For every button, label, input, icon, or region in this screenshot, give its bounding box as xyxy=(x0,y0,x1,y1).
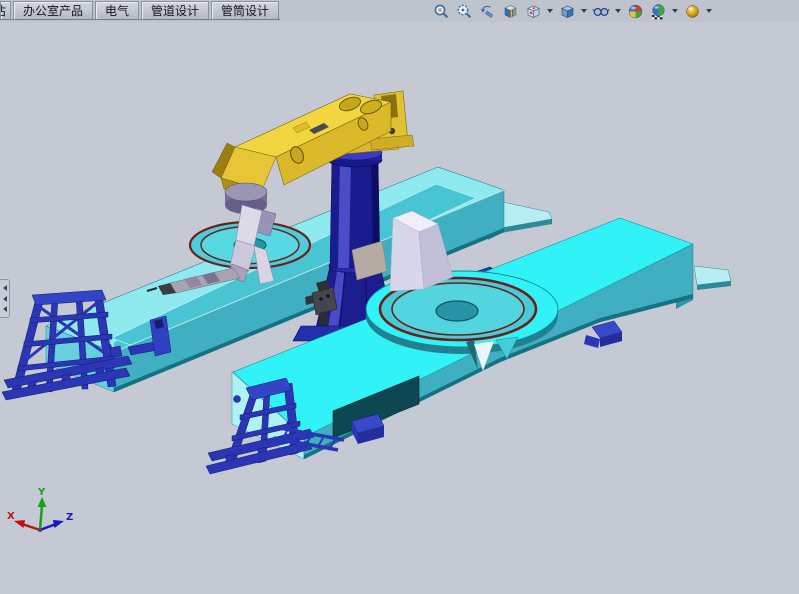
zoom-to-fit-icon xyxy=(433,3,450,20)
apply-scene-icon xyxy=(650,3,667,20)
command-manager-tabs: 估 办公室产品 电气 管道设计 管筒设计 xyxy=(0,1,280,20)
edit-appearance-button[interactable] xyxy=(625,1,645,21)
apply-scene-dropdown[interactable] xyxy=(672,9,678,13)
view-settings-dropdown[interactable] xyxy=(706,9,712,13)
zoom-to-area-icon xyxy=(456,3,473,20)
tab-office-products[interactable]: 办公室产品 xyxy=(13,1,93,19)
previous-view-button[interactable] xyxy=(477,1,497,21)
view-orientation-button[interactable] xyxy=(523,1,543,21)
zoom-to-area-button[interactable] xyxy=(454,1,474,21)
tab-tubing-design[interactable]: 管筒设计 xyxy=(211,1,279,19)
graphics-viewport[interactable]: Y X Z xyxy=(0,22,799,589)
view-settings-button[interactable] xyxy=(682,1,702,21)
featuremanager-flyout-collapsed[interactable] xyxy=(0,279,10,318)
tab-label: 管筒设计 xyxy=(221,2,269,19)
edit-appearance-icon xyxy=(627,3,644,20)
hide-show-items-dropdown[interactable] xyxy=(615,9,621,13)
collapse-arrow-icon xyxy=(3,285,7,291)
model-scene: Y X Z xyxy=(0,22,799,589)
hide-show-items-icon xyxy=(592,3,610,20)
axis-y-label: Y xyxy=(37,487,46,498)
tab-electrical[interactable]: 电气 xyxy=(95,1,139,19)
previous-view-icon xyxy=(479,3,496,20)
tab-partial-label: 估 xyxy=(0,2,6,19)
tab-label: 管道设计 xyxy=(151,2,199,19)
top-toolbar: 估 办公室产品 电气 管道设计 管筒设计 xyxy=(0,0,799,22)
reference-triad: Y X Z xyxy=(7,487,73,532)
apply-scene-button[interactable] xyxy=(648,1,668,21)
tab-label: 电气 xyxy=(105,2,129,19)
hide-show-items-button[interactable] xyxy=(591,1,611,21)
section-view-button[interactable] xyxy=(500,1,520,21)
collapse-arrow-icon xyxy=(3,296,7,302)
axis-x-label: X xyxy=(7,511,15,522)
view-orientation-icon xyxy=(525,3,542,20)
tab-partial-left[interactable]: 估 xyxy=(0,1,11,19)
view-settings-icon xyxy=(684,3,701,20)
display-style-dropdown[interactable] xyxy=(581,9,587,13)
display-style-icon xyxy=(559,3,576,20)
display-style-button[interactable] xyxy=(557,1,577,21)
heads-up-view-toolbar xyxy=(431,0,713,22)
tab-label: 办公室产品 xyxy=(23,2,83,19)
collapse-arrow-icon xyxy=(3,306,7,312)
axis-z-label: Z xyxy=(66,512,73,523)
zoom-to-fit-button[interactable] xyxy=(431,1,451,21)
tab-piping-design[interactable]: 管道设计 xyxy=(141,1,209,19)
section-view-icon xyxy=(502,3,519,20)
view-orientation-dropdown[interactable] xyxy=(547,9,553,13)
